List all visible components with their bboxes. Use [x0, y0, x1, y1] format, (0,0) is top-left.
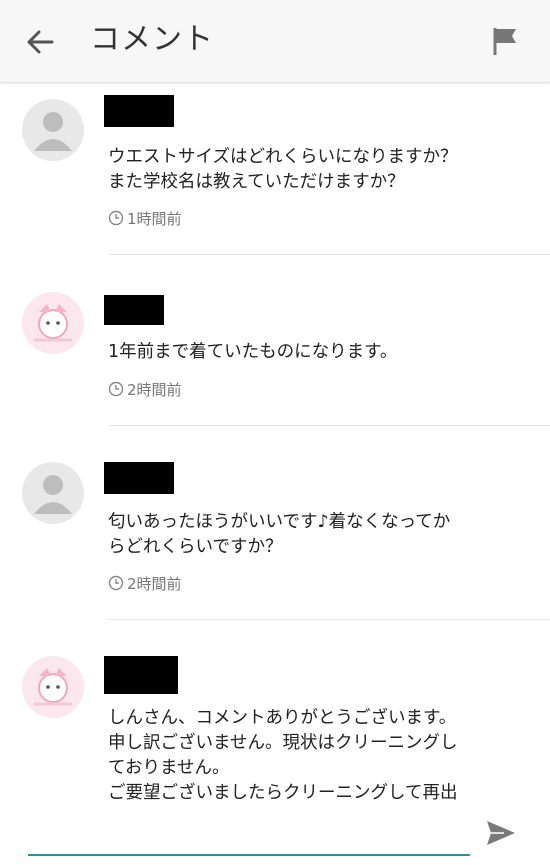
commenter-name-redacted[interactable] [104, 656, 178, 694]
commenter-name-redacted[interactable] [104, 95, 174, 127]
comment-composer [0, 808, 550, 865]
send-icon[interactable] [484, 818, 518, 848]
comment-text: 1年前まで着ていたものになります。 [108, 342, 398, 362]
clock-icon [108, 381, 124, 397]
commenter-name-redacted[interactable] [104, 462, 174, 494]
seller-avatar[interactable] [22, 656, 84, 718]
clock-icon [108, 575, 124, 591]
commenter-name-redacted[interactable] [104, 295, 164, 325]
comment-input[interactable] [28, 818, 474, 854]
clock-icon [108, 210, 124, 226]
comment-timestamp: 1時間前 [108, 207, 182, 229]
timestamp-label: 2時間前 [127, 574, 182, 593]
default-user-icon[interactable] [22, 99, 84, 161]
page-title: コメント [90, 22, 214, 57]
comment-timestamp: 2時間前 [108, 378, 182, 400]
divider [108, 619, 550, 620]
seller-avatar[interactable] [22, 292, 84, 354]
app-header: コメント [0, 0, 550, 83]
comment-text: しんさん、コメントありがとうございます。 申し訳ございません。現状はクリーニング… [108, 708, 458, 803]
input-underline [28, 854, 470, 856]
arrow-left-icon[interactable] [22, 24, 58, 60]
comment-text: 匂いあったほうがいいです♪着なくなってか らどれくらいですか？ [108, 512, 451, 557]
timestamp-label: 2時間前 [127, 380, 182, 399]
timestamp-label: 1時間前 [127, 209, 182, 228]
comment-timestamp: 2時間前 [108, 572, 182, 594]
comment-text: ウエストサイズはどれくらいになりますか？ また学校名は教えていただけますか？ [108, 147, 458, 192]
default-user-icon[interactable] [22, 462, 84, 524]
flag-icon[interactable] [488, 24, 522, 58]
divider [108, 254, 550, 255]
divider [108, 425, 550, 426]
